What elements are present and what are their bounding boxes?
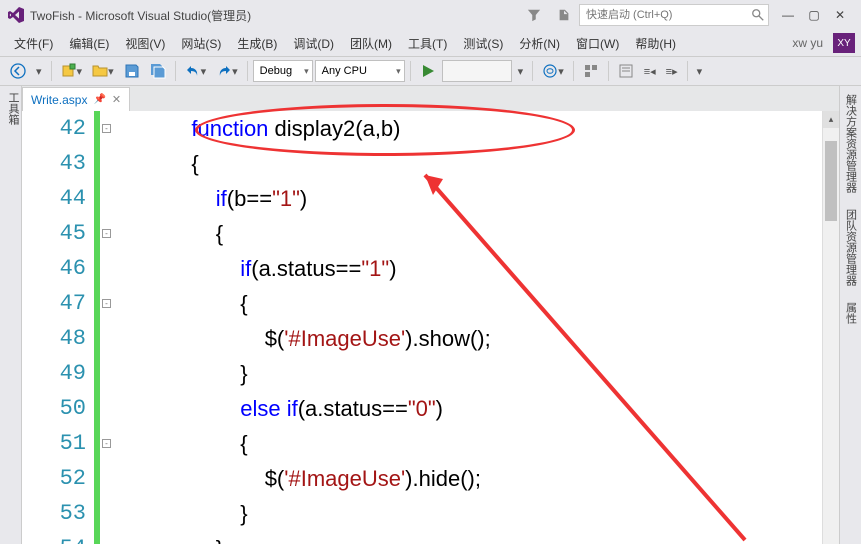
vertical-scrollbar[interactable]: ▴ <box>822 111 839 544</box>
open-button[interactable]: ▾ <box>88 61 118 81</box>
code-line[interactable]: } <box>118 356 822 391</box>
fold-toggle[interactable]: - <box>102 124 111 133</box>
line-number: 43 <box>22 146 86 181</box>
code-line[interactable]: } <box>118 496 822 531</box>
menu-debug[interactable]: 调试(D) <box>285 32 342 55</box>
start-debug-button[interactable] <box>416 61 440 81</box>
code-content[interactable]: function display2(a,b) { if(b=="1") { if… <box>114 111 822 544</box>
filter-icon[interactable] <box>527 8 541 22</box>
config-dropdown[interactable]: Debug <box>253 60 313 82</box>
indent-more-button[interactable]: ≡▸ <box>662 63 682 80</box>
menu-file[interactable]: 文件(F) <box>6 32 61 55</box>
menu-help[interactable]: 帮助(H) <box>627 32 684 55</box>
start-target-dropdown[interactable] <box>442 60 512 82</box>
scroll-up-icon[interactable]: ▴ <box>823 111 839 128</box>
toolbox-rail[interactable]: 工具箱 <box>0 86 22 544</box>
browser-link-button[interactable]: ▾ <box>538 61 568 81</box>
code-line[interactable]: else if(a.status=="0") <box>118 391 822 426</box>
search-icon <box>751 8 765 22</box>
code-line[interactable]: } <box>118 531 822 544</box>
fold-toggle[interactable]: - <box>102 299 111 308</box>
menu-tools[interactable]: 工具(T) <box>400 32 455 55</box>
line-number: 53 <box>22 496 86 531</box>
undo-button[interactable]: ▾ <box>181 61 211 81</box>
code-line[interactable]: if(a.status=="1") <box>118 251 822 286</box>
code-line[interactable]: $('#ImageUse').show(); <box>118 321 822 356</box>
menu-analyze[interactable]: 分析(N) <box>511 32 568 55</box>
line-number: 45 <box>22 216 86 251</box>
quick-launch[interactable] <box>579 4 769 26</box>
code-line[interactable]: { <box>118 216 822 251</box>
line-number: 50 <box>22 391 86 426</box>
menu-website[interactable]: 网站(S) <box>173 32 229 55</box>
minimize-button[interactable]: — <box>775 4 801 26</box>
menu-window[interactable]: 窗口(W) <box>568 32 627 55</box>
comment-button[interactable]: ▾ <box>693 63 707 80</box>
code-line[interactable]: { <box>118 146 822 181</box>
fold-toggle[interactable]: - <box>102 229 111 238</box>
line-number: 54 <box>22 531 86 544</box>
menu-team[interactable]: 团队(M) <box>342 32 400 55</box>
code-line[interactable]: $('#ImageUse').hide(); <box>118 461 822 496</box>
user-name[interactable]: xw yu <box>786 33 829 53</box>
notification-icon[interactable] <box>557 8 571 22</box>
menu-test[interactable]: 测试(S) <box>455 32 511 55</box>
scroll-thumb[interactable] <box>825 141 837 221</box>
platform-dropdown[interactable]: Any CPU <box>315 60 405 82</box>
menu-build[interactable]: 生成(B) <box>229 32 285 55</box>
line-number: 51 <box>22 426 86 461</box>
toolbar: ▾ ▾ ▾ ▾ ▾ Debug Any CPU ▾ ▾ ≡◂ ≡▸ ▾ <box>0 56 861 86</box>
fold-toggle[interactable]: - <box>102 439 111 448</box>
vs-logo-icon <box>8 7 24 23</box>
menu-view[interactable]: 视图(V) <box>117 32 173 55</box>
code-editor[interactable]: 42434445464748495051525354 - - - - function… <box>22 111 839 544</box>
maximize-button[interactable]: ▢ <box>801 4 827 26</box>
properties-tab[interactable]: 属性 <box>842 298 860 328</box>
solution-explorer-tab[interactable]: 解决方案资源管理器 <box>842 90 860 197</box>
new-project-button[interactable]: ▾ <box>57 61 87 81</box>
fold-gutter: - - - - <box>100 111 114 544</box>
main-area: 工具箱 Write.aspx 📌 ✕ 424344454647484950515… <box>0 86 861 544</box>
code-line[interactable]: { <box>118 426 822 461</box>
redo-button[interactable]: ▾ <box>212 61 242 81</box>
save-all-button[interactable] <box>146 61 170 81</box>
code-line[interactable]: function display2(a,b) <box>118 111 822 146</box>
line-number: 48 <box>22 321 86 356</box>
menubar: 文件(F) 编辑(E) 视图(V) 网站(S) 生成(B) 调试(D) 团队(M… <box>0 30 861 56</box>
close-button[interactable]: ✕ <box>827 4 853 26</box>
window-title: TwoFish - Microsoft Visual Studio(管理员) <box>30 7 251 24</box>
user-badge[interactable]: XY <box>833 33 855 53</box>
tab-close-icon[interactable]: ✕ <box>112 93 121 106</box>
save-button[interactable] <box>120 61 144 81</box>
indent-less-button[interactable]: ≡◂ <box>640 63 660 80</box>
nav-fwd-button[interactable]: ▾ <box>32 63 46 80</box>
code-line[interactable]: { <box>118 286 822 321</box>
titlebar: TwoFish - Microsoft Visual Studio(管理员) —… <box>0 0 861 30</box>
code-line[interactable]: if(b=="1") <box>118 181 822 216</box>
start-split-dropdown[interactable]: ▾ <box>514 63 528 80</box>
team-explorer-tab[interactable]: 团队资源管理器 <box>842 205 860 290</box>
line-number: 49 <box>22 356 86 391</box>
editor-area: Write.aspx 📌 ✕ 4243444546474849505152535… <box>22 86 839 544</box>
line-gutter: 42434445464748495051525354 <box>22 111 94 544</box>
line-number: 46 <box>22 251 86 286</box>
nav-back-button[interactable] <box>6 61 30 81</box>
extensions-button[interactable] <box>579 61 603 81</box>
line-number: 42 <box>22 111 86 146</box>
pin-icon[interactable]: 📌 <box>93 94 105 105</box>
line-number: 47 <box>22 286 86 321</box>
menu-edit[interactable]: 编辑(E) <box>61 32 117 55</box>
line-number: 52 <box>22 461 86 496</box>
line-number: 44 <box>22 181 86 216</box>
right-rail: 解决方案资源管理器 团队资源管理器 属性 <box>839 86 861 544</box>
tab-label: Write.aspx <box>31 93 87 107</box>
tab-write-aspx[interactable]: Write.aspx 📌 ✕ <box>22 87 130 111</box>
tab-strip: Write.aspx 📌 ✕ <box>22 86 839 111</box>
doc-outline-button[interactable] <box>614 61 638 81</box>
search-input[interactable] <box>579 4 769 26</box>
